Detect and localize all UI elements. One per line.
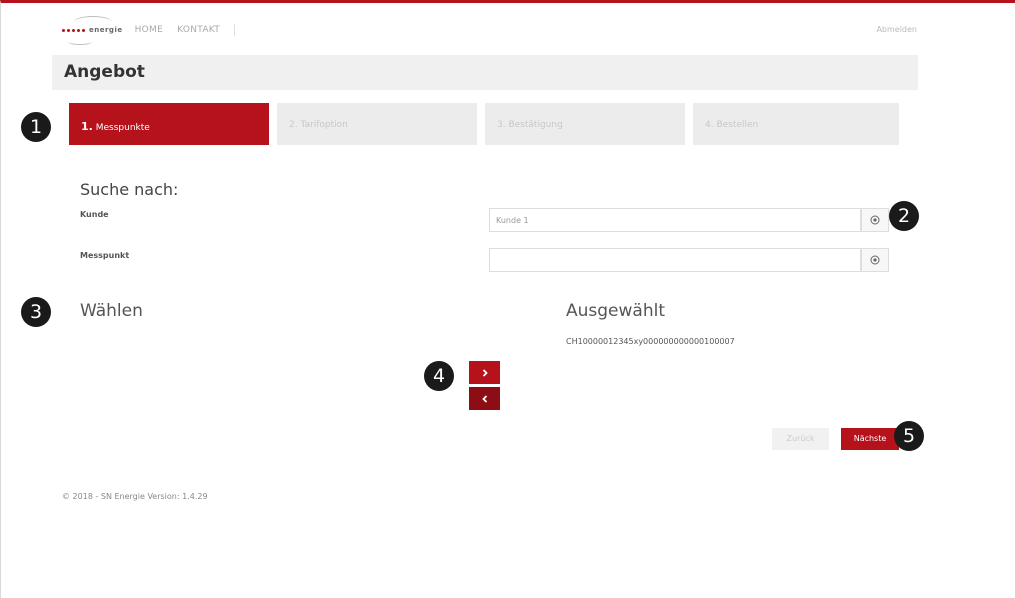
step-label: Bestellen	[716, 120, 759, 130]
step-messpunkte[interactable]: 1. Messpunkte	[69, 103, 269, 145]
clear-circle-icon	[870, 215, 880, 225]
step-bestellen[interactable]: 4. Bestellen	[693, 103, 899, 145]
chevron-left-icon	[481, 394, 487, 403]
meter-label: Messpunkt	[80, 251, 130, 260]
step-label: Tarifoption	[300, 120, 348, 130]
move-right-button[interactable]	[469, 361, 500, 384]
clear-meter-button[interactable]	[861, 248, 889, 272]
logout-link[interactable]: Abmelden	[876, 25, 917, 34]
move-left-button[interactable]	[469, 387, 500, 410]
selected-list-item[interactable]: CH10000012345xy000000000000100007	[566, 337, 735, 346]
callout-5: 5	[894, 421, 924, 451]
customer-label: Kunde	[80, 210, 109, 219]
wizard-steps: 1. Messpunkte 2. Tarifoption 3. Bestätig…	[69, 103, 899, 145]
step-number: 3.	[497, 120, 506, 130]
callout-4: 4	[424, 361, 454, 391]
meter-input[interactable]	[489, 248, 861, 272]
logo[interactable]: energie	[62, 16, 123, 45]
top-nav: energie HOME KONTAKT	[62, 16, 236, 45]
step-label: Messpunkte	[95, 123, 150, 133]
footer-text: © 2018 - SN Energie Version: 1.4.29	[62, 492, 208, 501]
step-number: 2.	[289, 120, 298, 130]
title-bar: Angebot	[52, 55, 918, 90]
step-bestaetigung[interactable]: 3. Bestätigung	[485, 103, 685, 145]
clear-circle-icon	[870, 255, 880, 265]
back-button[interactable]: Zurück	[772, 428, 829, 450]
callout-1: 1	[21, 112, 51, 142]
next-button[interactable]: Nächste	[841, 428, 899, 450]
chevron-right-icon	[482, 368, 488, 377]
nav-link-home[interactable]: HOME	[135, 25, 164, 35]
search-heading: Suche nach:	[80, 180, 179, 199]
step-number: 1.	[81, 120, 93, 133]
selected-list-heading: Ausgewählt	[566, 301, 665, 321]
logo-swoosh-lower	[68, 39, 92, 45]
nav-separator	[234, 24, 236, 36]
logo-dots	[62, 28, 85, 32]
callout-3: 3	[21, 297, 51, 327]
callout-2: 2	[889, 201, 919, 231]
step-number: 4.	[705, 120, 714, 130]
available-list-heading: Wählen	[80, 301, 143, 321]
page-title: Angebot	[64, 62, 145, 82]
nav-link-contact[interactable]: KONTAKT	[177, 25, 220, 35]
step-label: Bestätigung	[508, 120, 563, 130]
logo-swoosh	[74, 16, 112, 28]
customer-input[interactable]: Kunde 1	[489, 208, 861, 232]
clear-customer-button[interactable]	[861, 208, 889, 232]
step-tarifoption[interactable]: 2. Tarifoption	[277, 103, 477, 145]
